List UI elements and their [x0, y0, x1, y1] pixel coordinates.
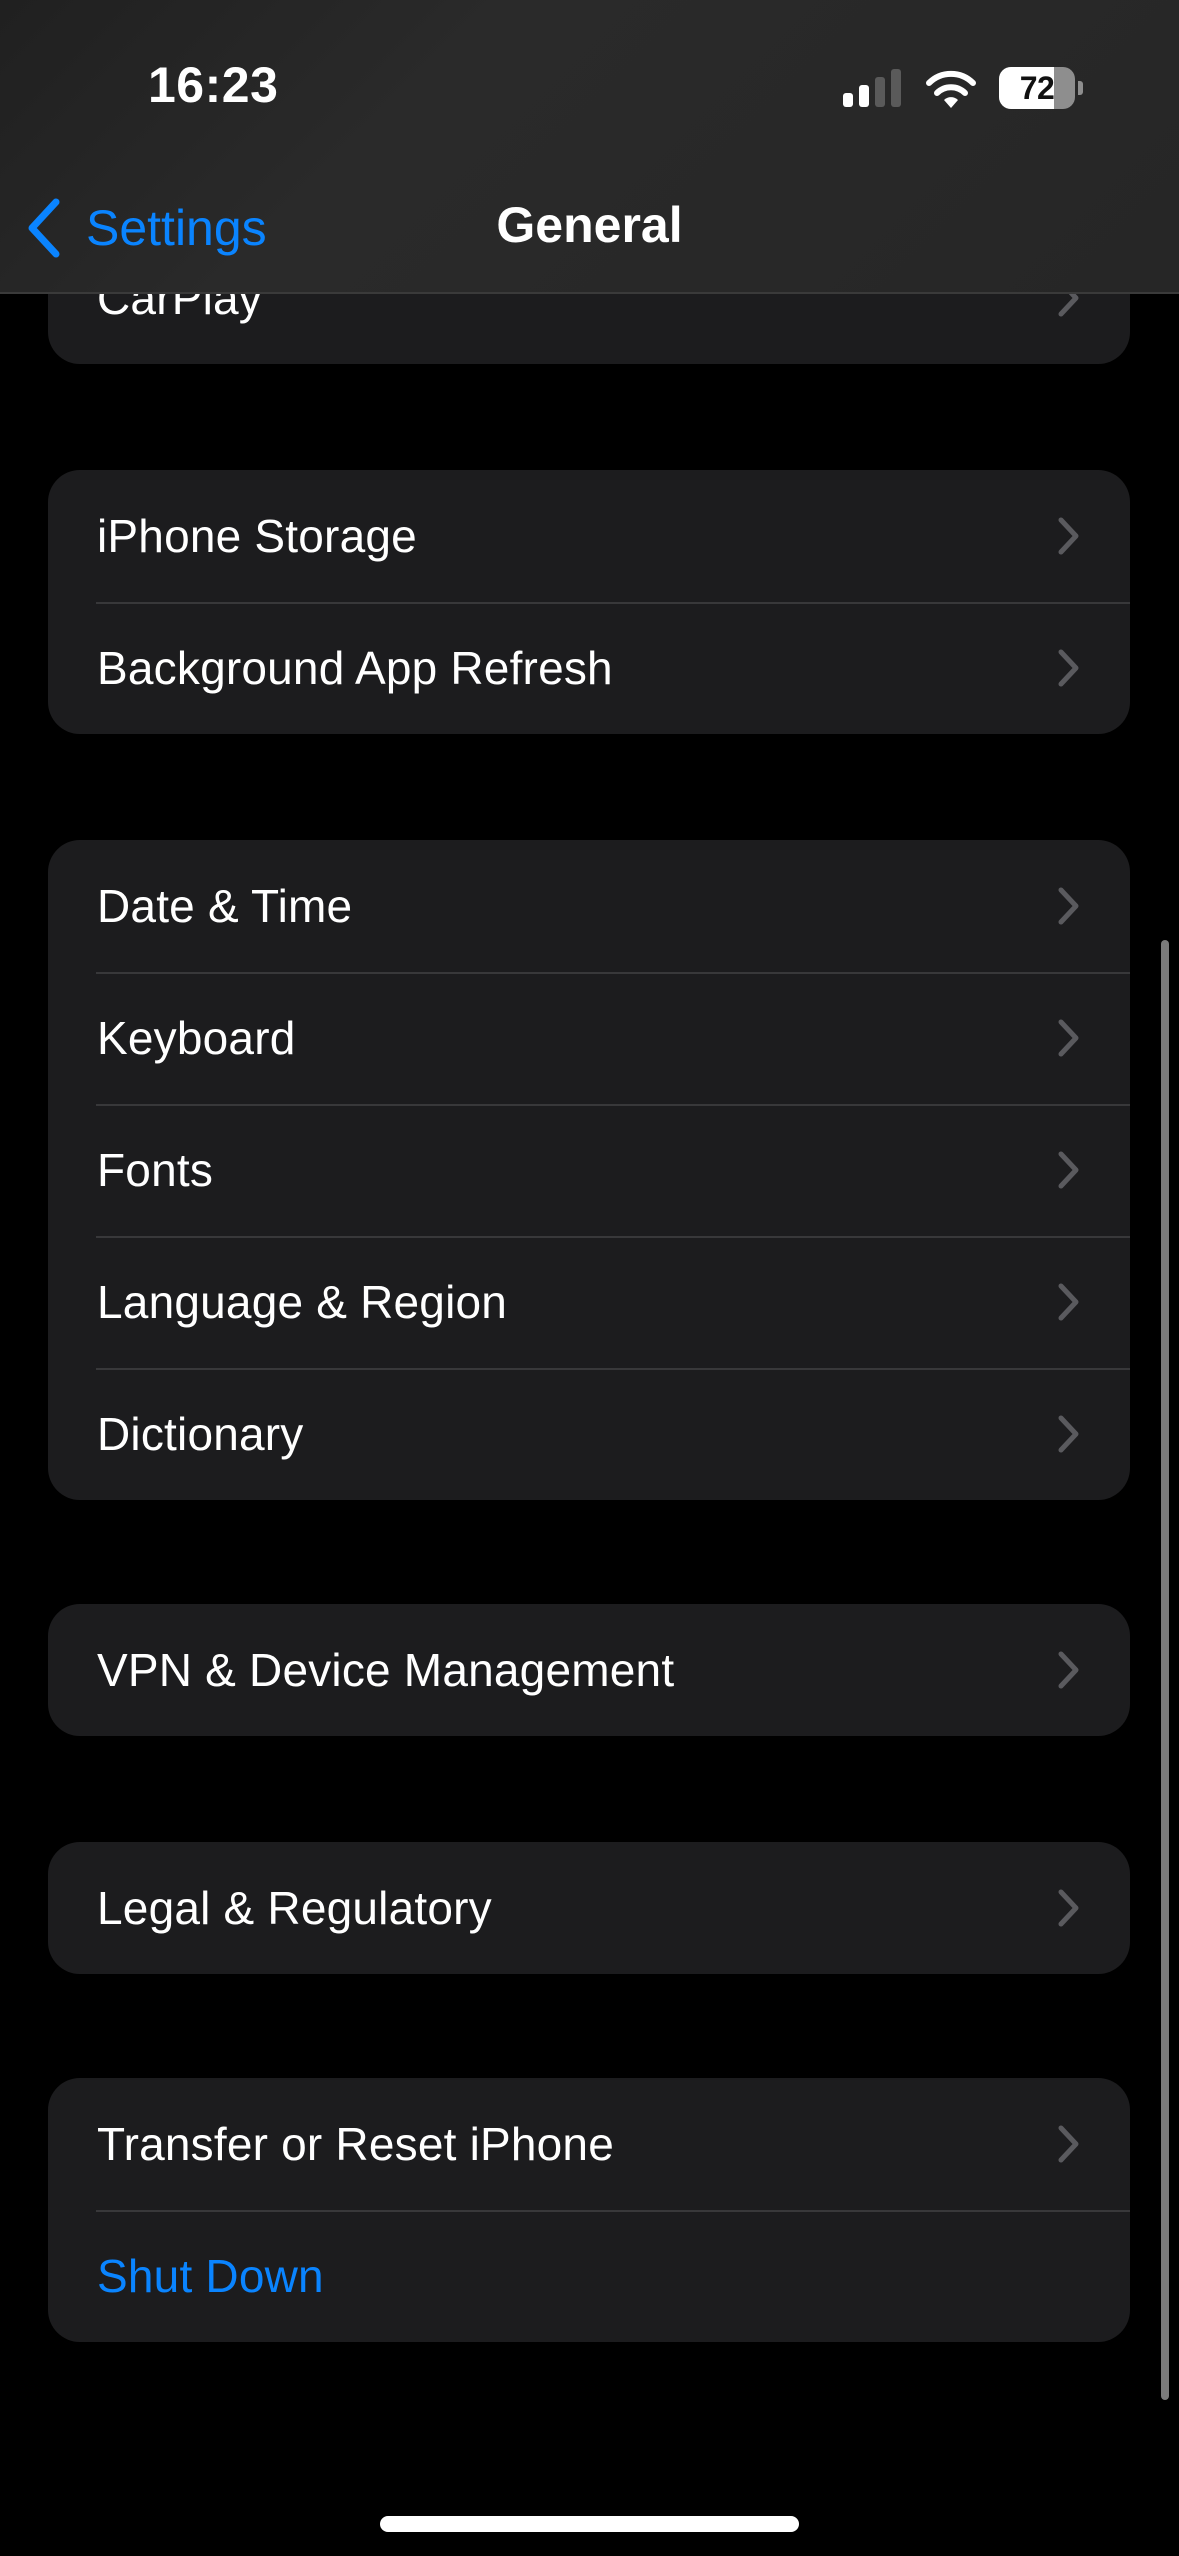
row-iphone-storage[interactable]: iPhone Storage [48, 470, 1130, 602]
row-keyboard[interactable]: Keyboard [48, 972, 1130, 1104]
chevron-right-icon [1056, 1150, 1082, 1190]
shut-down-button[interactable]: Shut Down [48, 2210, 1130, 2342]
chevron-right-icon [1056, 1018, 1082, 1058]
row-fonts[interactable]: Fonts [48, 1104, 1130, 1236]
row-vpn-device-management[interactable]: VPN & Device Management [48, 1604, 1130, 1736]
row-label: Dictionary [97, 1408, 304, 1460]
battery-percent: 72 [1019, 69, 1055, 106]
cellular-signal-icon [843, 69, 901, 107]
settings-list: CarPlay iPhone Storage Background App Re… [0, 0, 1179, 2556]
chevron-right-icon [1056, 1414, 1082, 1454]
row-dictionary[interactable]: Dictionary [48, 1368, 1130, 1500]
row-label: Legal & Regulatory [97, 1882, 492, 1934]
row-label: iPhone Storage [97, 510, 417, 562]
row-label: Date & Time [97, 880, 353, 932]
chevron-right-icon [1056, 1888, 1082, 1928]
group-reset: Transfer or Reset iPhone Shut Down [48, 2078, 1130, 2342]
chevron-right-icon [1056, 1282, 1082, 1322]
navigation-header: 16:23 72 Settings General [0, 0, 1179, 294]
row-label: Keyboard [97, 1012, 296, 1064]
row-transfer-reset[interactable]: Transfer or Reset iPhone [48, 2078, 1130, 2210]
scrollbar[interactable] [1161, 940, 1169, 2400]
row-label: Transfer or Reset iPhone [97, 2118, 614, 2170]
group-locale: Date & Time Keyboard Fonts Language & Re… [48, 840, 1130, 1500]
group-storage: iPhone Storage Background App Refresh [48, 470, 1130, 734]
shut-down-label: Shut Down [97, 2250, 324, 2302]
row-date-time[interactable]: Date & Time [48, 840, 1130, 972]
battery-icon: 72 [999, 67, 1083, 109]
row-label: VPN & Device Management [97, 1644, 675, 1696]
status-time: 16:23 [148, 57, 279, 113]
chevron-right-icon [1056, 648, 1082, 688]
row-label: Background App Refresh [97, 642, 613, 694]
chevron-right-icon [1056, 2124, 1082, 2164]
group-vpn: VPN & Device Management [48, 1604, 1130, 1736]
home-indicator[interactable] [380, 2516, 799, 2532]
row-background-app-refresh[interactable]: Background App Refresh [48, 602, 1130, 734]
status-icons: 72 [843, 66, 1083, 110]
wifi-icon [926, 70, 976, 108]
page-title: General [496, 197, 683, 253]
group-legal: Legal & Regulatory [48, 1842, 1130, 1974]
row-label: Fonts [97, 1144, 214, 1196]
row-label: Language & Region [97, 1276, 508, 1328]
row-legal-regulatory[interactable]: Legal & Regulatory [48, 1842, 1130, 1974]
chevron-right-icon [1056, 1650, 1082, 1690]
row-language-region[interactable]: Language & Region [48, 1236, 1130, 1368]
chevron-right-icon [1056, 886, 1082, 926]
chevron-right-icon [1056, 516, 1082, 556]
